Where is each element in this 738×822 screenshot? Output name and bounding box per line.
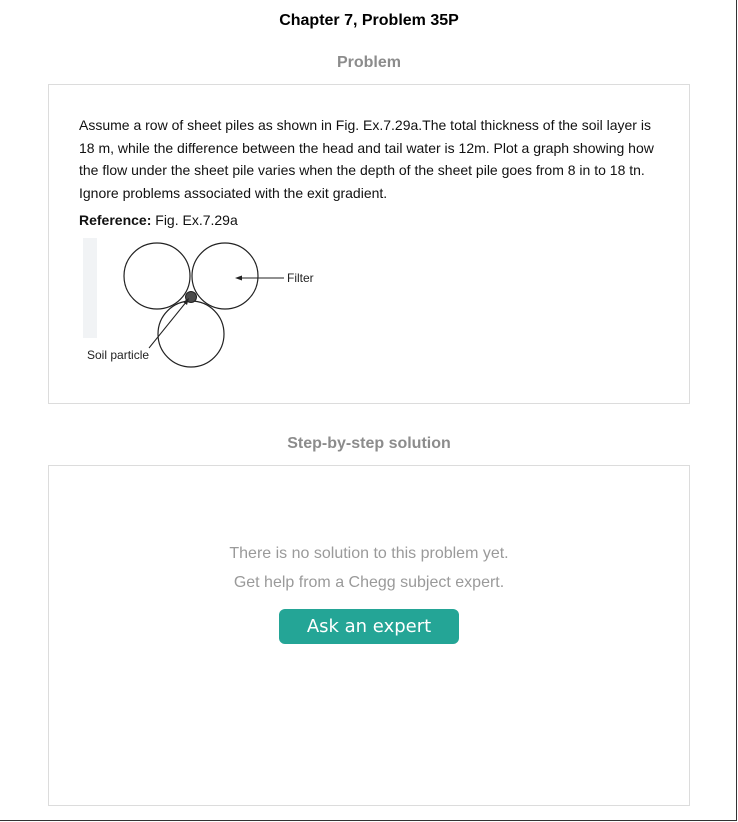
page-title: Chapter 7, Problem 35P [279,12,459,29]
problem-heading: Problem [336,54,401,71]
filter-grain-bottom [157,300,225,368]
filter-grain-left [123,242,191,310]
filter-arrowhead [235,275,242,281]
filter-grain-right [191,242,259,310]
ask-expert-button[interactable]: Ask an expert [279,609,459,644]
reference-value: Fig. Ex.7.29a [151,212,238,228]
reference-figure: Filter Soil particle [79,236,339,376]
page-frame: Chapter 7, Problem 35P Problem Assume a … [0,0,737,821]
solution-heading: Step-by-step solution [287,435,451,452]
problem-statement: Assume a row of sheet piles as shown in … [79,117,654,201]
reference-line: Reference: Fig. Ex.7.29a [79,212,238,228]
expert-help-message: Get help from a Chegg subject expert. [233,574,505,591]
solution-card: There is no solution to this problem yet… [48,465,690,806]
scan-shadow [83,238,97,338]
soil-particle-label: Soil particle [87,348,149,362]
problem-card: Assume a row of sheet piles as shown in … [48,84,690,404]
no-solution-message: There is no solution to this problem yet… [229,545,509,562]
filter-label: Filter [287,271,314,285]
particle-pointer-line [148,300,188,349]
filter-particle-diagram: Filter Soil particle [83,238,314,368]
reference-label: Reference: [79,212,152,228]
